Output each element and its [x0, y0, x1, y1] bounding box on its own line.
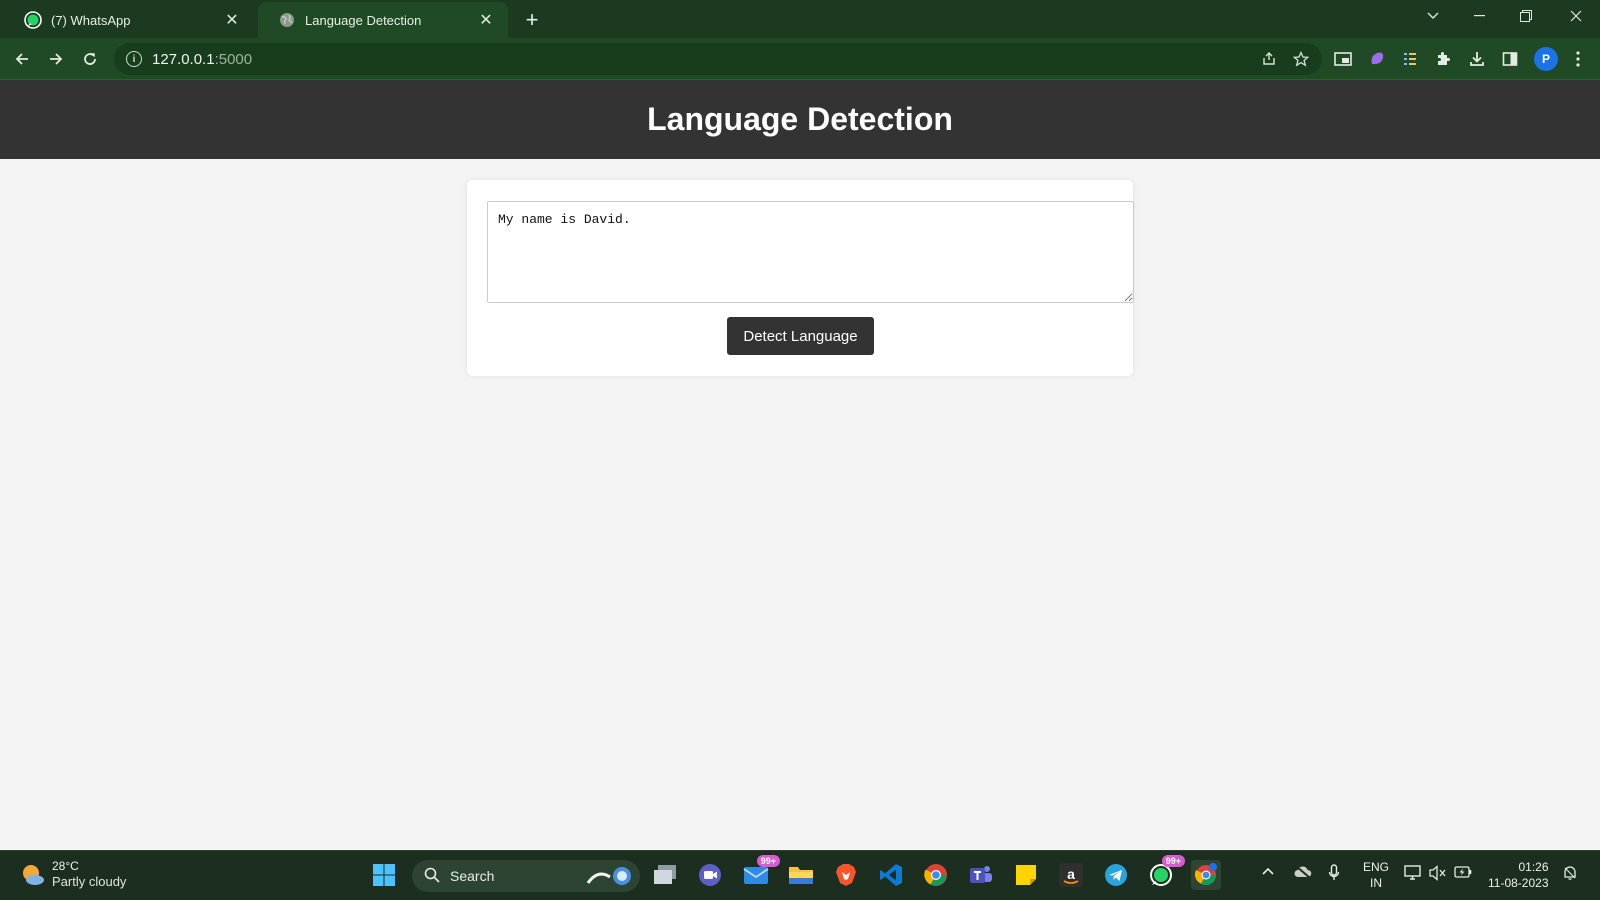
system-clock[interactable]: 01:26 11-08-2023	[1488, 859, 1549, 891]
file-explorer-icon[interactable]	[786, 860, 816, 890]
task-view-icon[interactable]	[650, 860, 680, 890]
clock-date: 11-08-2023	[1488, 876, 1549, 890]
vscode-icon[interactable]	[876, 860, 906, 890]
network-icon[interactable]	[1404, 865, 1422, 881]
detect-language-button[interactable]: Detect Language	[727, 317, 874, 355]
partly-cloudy-icon	[23, 864, 44, 885]
weather-temp: 28°C	[52, 859, 79, 873]
side-panel-icon[interactable]	[1500, 49, 1520, 69]
whatsapp-badge: 99+	[1161, 855, 1185, 867]
share-icon[interactable]	[1260, 50, 1278, 68]
close-icon[interactable]: ✕	[476, 10, 496, 30]
globe-icon	[278, 11, 296, 29]
text-input-area[interactable]: My name is David.	[487, 201, 1134, 303]
clock-time: 01:26	[1518, 860, 1549, 874]
address-bar[interactable]: i 127.0.0.1:5000	[114, 43, 1322, 75]
windows-start-icon[interactable]	[369, 860, 399, 890]
teams-icon[interactable]	[966, 860, 996, 890]
battery-charging-icon[interactable]	[1454, 865, 1472, 879]
lang-line1: ENG	[1363, 860, 1390, 874]
weather-condition: Partly cloudy	[52, 874, 127, 889]
search-label: Search	[450, 868, 495, 884]
close-window-button[interactable]	[1553, 0, 1599, 32]
svg-text:a: a	[1067, 866, 1075, 882]
address-port: :5000	[214, 50, 253, 68]
tab-search-chevron-icon[interactable]	[1410, 0, 1456, 32]
cloud-offline-icon[interactable]	[1294, 865, 1312, 879]
chrome-active-icon[interactable]	[1191, 860, 1221, 890]
extension-purple-icon[interactable]	[1367, 49, 1387, 69]
telegram-icon[interactable]	[1101, 860, 1131, 890]
detection-card: My name is David. Detect Language	[467, 180, 1134, 376]
close-icon[interactable]: ✕	[222, 10, 242, 30]
chrome-icon[interactable]	[921, 860, 951, 890]
picture-in-picture-icon[interactable]	[1333, 49, 1353, 69]
site-info-icon[interactable]: i	[126, 51, 142, 67]
search-icon	[424, 867, 440, 886]
puzzle-extensions-icon[interactable]	[1433, 49, 1453, 69]
tab-title: (7) WhatsApp	[51, 12, 131, 28]
forward-arrow-icon[interactable]	[42, 45, 70, 73]
windows-taskbar: 28°C Partly cloudy Search 99+ a 99+ ENG …	[0, 850, 1600, 900]
browser-tab-strip: (7) WhatsApp ✕ Language Detection ✕ +	[0, 0, 1600, 38]
profile-avatar[interactable]: P	[1534, 47, 1558, 71]
sticky-notes-icon[interactable]	[1011, 860, 1041, 890]
notifications-icon[interactable]	[1562, 865, 1578, 881]
amazon-icon[interactable]: a	[1056, 860, 1086, 890]
back-arrow-icon[interactable]	[8, 45, 36, 73]
reload-icon[interactable]	[76, 45, 104, 73]
meet-chat-icon[interactable]	[695, 860, 725, 890]
whatsapp-taskbar-icon[interactable]: 99+	[1146, 855, 1185, 890]
tab-whatsapp[interactable]: (7) WhatsApp ✕	[4, 2, 254, 38]
input-language-indicator[interactable]: ENG IN	[1363, 859, 1389, 891]
brave-browser-icon[interactable]	[831, 860, 861, 890]
page-title: Language Detection	[647, 101, 953, 137]
page-header: Language Detection	[0, 80, 1600, 159]
tab-language-detection[interactable]: Language Detection ✕	[258, 2, 508, 38]
search-highlight-icon	[584, 863, 634, 892]
bookmark-star-icon[interactable]	[1292, 50, 1310, 68]
whatsapp-icon	[24, 11, 42, 29]
mail-icon[interactable]: 99+	[741, 855, 780, 890]
browser-toolbar: i 127.0.0.1:5000 P	[0, 38, 1600, 80]
new-tab-button[interactable]: +	[518, 6, 546, 34]
taskbar-search[interactable]: Search	[412, 860, 640, 892]
download-icon[interactable]	[1467, 49, 1487, 69]
lang-line2: IN	[1370, 876, 1382, 890]
restore-button[interactable]	[1503, 0, 1549, 32]
volume-muted-icon[interactable]	[1429, 865, 1447, 881]
tray-overflow-chevron-icon[interactable]	[1262, 867, 1274, 875]
minimize-button[interactable]	[1456, 0, 1502, 32]
microphone-icon[interactable]	[1328, 864, 1340, 882]
address-host: 127.0.0.1	[152, 50, 215, 68]
extension-list-icon[interactable]	[1400, 49, 1420, 69]
web-page: Language Detection My name is David. Det…	[0, 80, 1600, 850]
tab-title: Language Detection	[305, 12, 422, 28]
weather-widget[interactable]: 28°C Partly cloudy	[20, 859, 126, 890]
kebab-menu-icon[interactable]	[1568, 49, 1588, 69]
mail-badge: 99+	[756, 855, 780, 867]
